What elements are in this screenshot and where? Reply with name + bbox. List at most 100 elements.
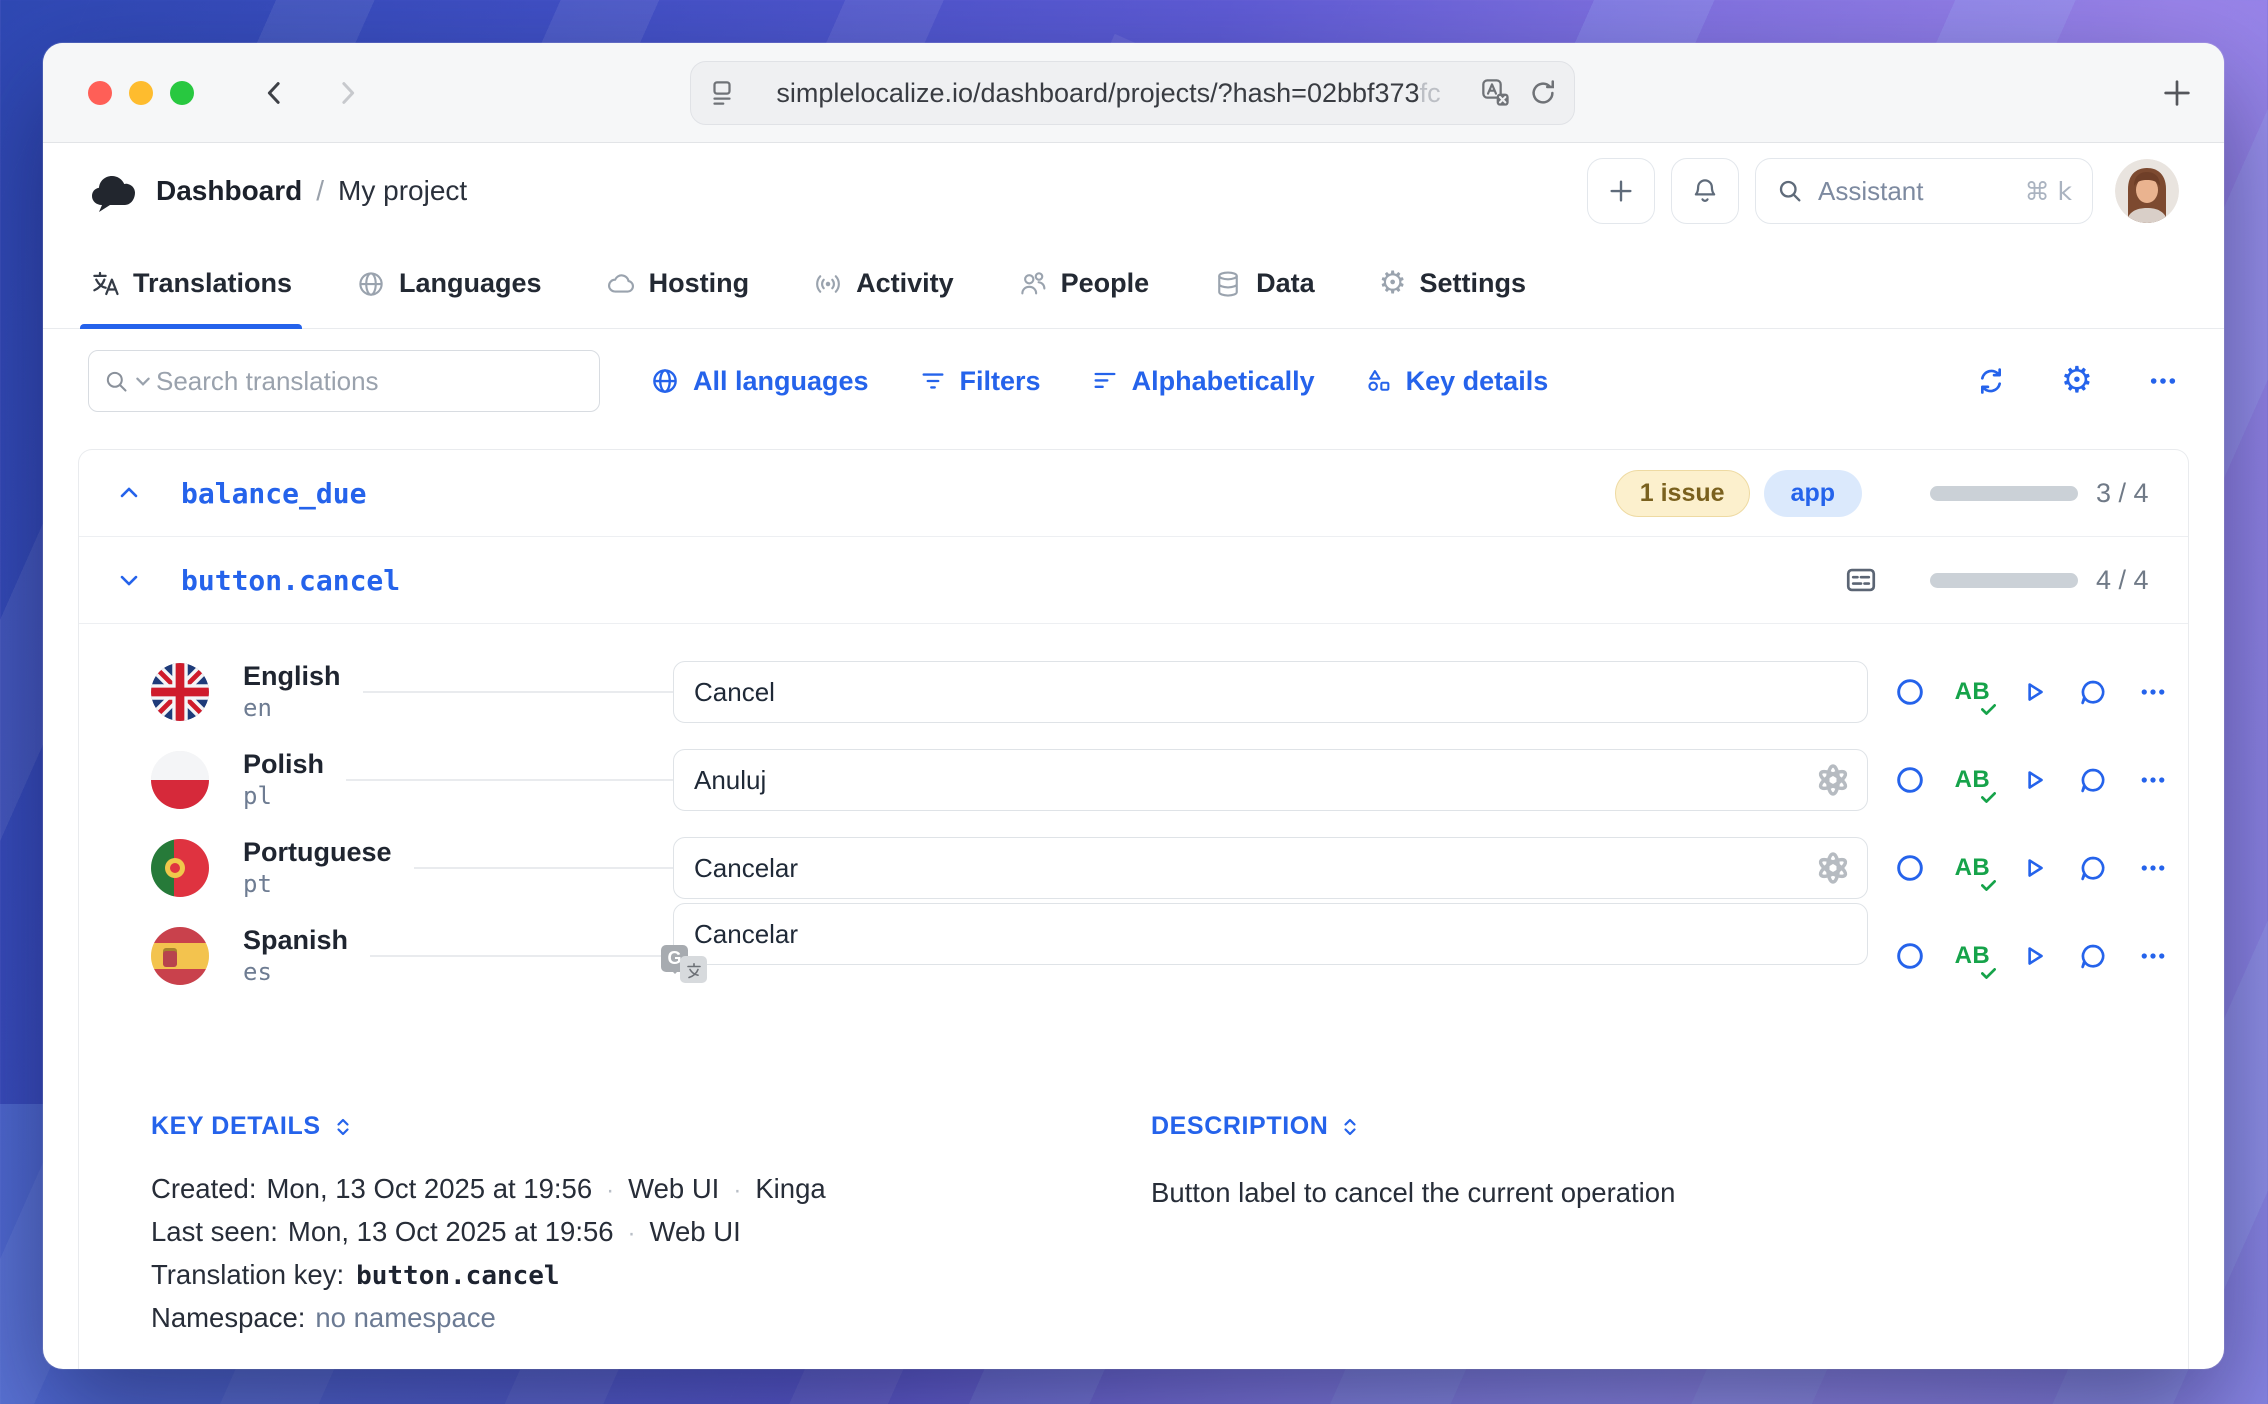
tab-hosting[interactable]: Hosting (606, 239, 750, 328)
last-seen-line: Last seen: Mon, 13 Oct 2025 at 19:56 · W… (151, 1216, 1151, 1259)
more-options-icon[interactable] (2138, 765, 2168, 795)
database-icon (1213, 269, 1243, 299)
translate-icon (90, 269, 120, 299)
translation-row-polish: Polish pl AB (79, 736, 2188, 824)
comment-icon[interactable] (2077, 940, 2109, 972)
status-circle-icon[interactable] (1894, 940, 1926, 972)
tab-activity[interactable]: Activity (813, 239, 954, 328)
key-details-label: Key details (1406, 366, 1549, 397)
tab-data[interactable]: Data (1213, 239, 1315, 328)
translation-keys-list: balance_due 1 issue app 3 / 4 button.can… (78, 449, 2189, 1369)
language-code: es (243, 959, 348, 987)
status-circle-icon[interactable] (1894, 676, 1926, 708)
tab-people[interactable]: People (1018, 239, 1150, 328)
play-icon[interactable] (2019, 765, 2049, 795)
filters-button[interactable]: Filters (919, 366, 1041, 397)
collapse-chevron-up-icon[interactable] (109, 473, 149, 513)
key-name[interactable]: balance_due (181, 477, 366, 510)
more-options-button[interactable] (2147, 365, 2179, 397)
translation-key-value: button.cancel (356, 1261, 560, 1291)
translate-page-icon[interactable] (1480, 77, 1512, 109)
zoom-window-button[interactable] (170, 81, 194, 105)
minimize-window-button[interactable] (129, 81, 153, 105)
more-options-icon[interactable] (2138, 677, 2168, 707)
expand-chevron-down-icon[interactable] (109, 560, 149, 600)
language-name: Spanish (243, 925, 348, 956)
browser-window: simplelocalize.io/dashboard/projects/?ha… (43, 43, 2224, 1369)
notifications-button[interactable] (1671, 158, 1739, 224)
key-details-heading[interactable]: KEY DETAILS (151, 1112, 1151, 1141)
tab-label: Hosting (649, 268, 750, 299)
updown-chevron-icon (1338, 1115, 1362, 1139)
tab-translations[interactable]: Translations (90, 239, 292, 328)
spellcheck-icon[interactable]: AB (1955, 766, 1991, 794)
key-name[interactable]: button.cancel (181, 564, 400, 597)
flag-icon-es (151, 927, 209, 985)
assistant-search[interactable]: Assistant ⌘ k (1755, 158, 2093, 224)
language-name: Portuguese (243, 837, 392, 868)
cloud-icon (606, 269, 636, 299)
play-icon[interactable] (2019, 853, 2049, 883)
close-window-button[interactable] (88, 81, 112, 105)
window-controls (88, 81, 194, 105)
comment-icon[interactable] (2077, 676, 2109, 708)
play-icon[interactable] (2019, 941, 2049, 971)
translation-input-es[interactable] (673, 903, 1868, 965)
alphabetically-label: Alphabetically (1132, 366, 1315, 397)
created-line: Created: Mon, 13 Oct 2025 at 19:56 · Web… (151, 1173, 1151, 1216)
new-tab-button[interactable] (2160, 76, 2194, 110)
progress-label: 4 / 4 (2096, 565, 2168, 596)
back-button[interactable] (260, 78, 290, 108)
more-options-icon[interactable] (2138, 853, 2168, 883)
forward-button[interactable] (332, 78, 362, 108)
status-circle-icon[interactable] (1894, 764, 1926, 796)
gear-icon: ⚙ (1379, 268, 1407, 299)
tag-badge[interactable]: app (1764, 470, 1862, 517)
refresh-button[interactable] (1975, 365, 2007, 397)
expanded-key-panel: English en AB Polish (79, 624, 2188, 1345)
settings-gear-button[interactable]: ⚙ (2061, 363, 2093, 399)
key-details-button[interactable]: Key details (1365, 366, 1549, 397)
translation-row-english: English en AB (79, 648, 2188, 736)
people-icon (1018, 269, 1048, 299)
tab-settings[interactable]: ⚙ Settings (1379, 239, 1526, 328)
spellcheck-icon[interactable]: AB (1955, 942, 1991, 970)
comment-icon[interactable] (2077, 764, 2109, 796)
openai-icon (1812, 847, 1854, 889)
google-translate-icon: G (659, 943, 709, 987)
add-button[interactable] (1587, 158, 1655, 224)
spellcheck-icon[interactable]: AB (1955, 854, 1991, 882)
language-code: pt (243, 871, 392, 899)
simplelocalize-logo-icon[interactable] (88, 167, 136, 215)
play-icon[interactable] (2019, 677, 2049, 707)
all-languages-button[interactable]: All languages (650, 366, 869, 397)
search-translations-input[interactable] (156, 366, 585, 397)
translation-input-pl[interactable] (673, 749, 1868, 811)
tab-label: Data (1256, 268, 1315, 299)
user-avatar[interactable] (2115, 159, 2179, 223)
translation-input-en[interactable] (673, 661, 1868, 723)
tab-label: Settings (1419, 268, 1526, 299)
spellcheck-icon[interactable]: AB (1955, 678, 1991, 706)
page-settings-icon[interactable] (707, 78, 737, 108)
breadcrumb-dashboard[interactable]: Dashboard (156, 175, 302, 207)
breadcrumb-project[interactable]: My project (338, 175, 467, 207)
reload-icon[interactable] (1528, 78, 1558, 108)
connector-line (370, 955, 673, 957)
search-translations-box[interactable] (88, 350, 600, 412)
tab-languages[interactable]: Languages (356, 239, 542, 328)
sort-alphabetically-button[interactable]: Alphabetically (1091, 366, 1315, 397)
globe-icon (650, 366, 680, 396)
comment-icon[interactable] (2077, 852, 2109, 884)
status-circle-icon[interactable] (1894, 852, 1926, 884)
key-details-heading-label: KEY DETAILS (151, 1112, 321, 1141)
flashcard-icon[interactable] (1844, 563, 1878, 597)
translation-input-pt[interactable] (673, 837, 1868, 899)
search-scope-chevron-icon[interactable] (136, 377, 150, 386)
description-heading[interactable]: DESCRIPTION (1151, 1112, 1675, 1141)
tab-label: Translations (133, 268, 292, 299)
address-bar[interactable]: simplelocalize.io/dashboard/projects/?ha… (690, 61, 1575, 125)
progress-bar (1930, 486, 2078, 501)
more-options-icon[interactable] (2138, 941, 2168, 971)
issue-badge[interactable]: 1 issue (1615, 470, 1750, 517)
